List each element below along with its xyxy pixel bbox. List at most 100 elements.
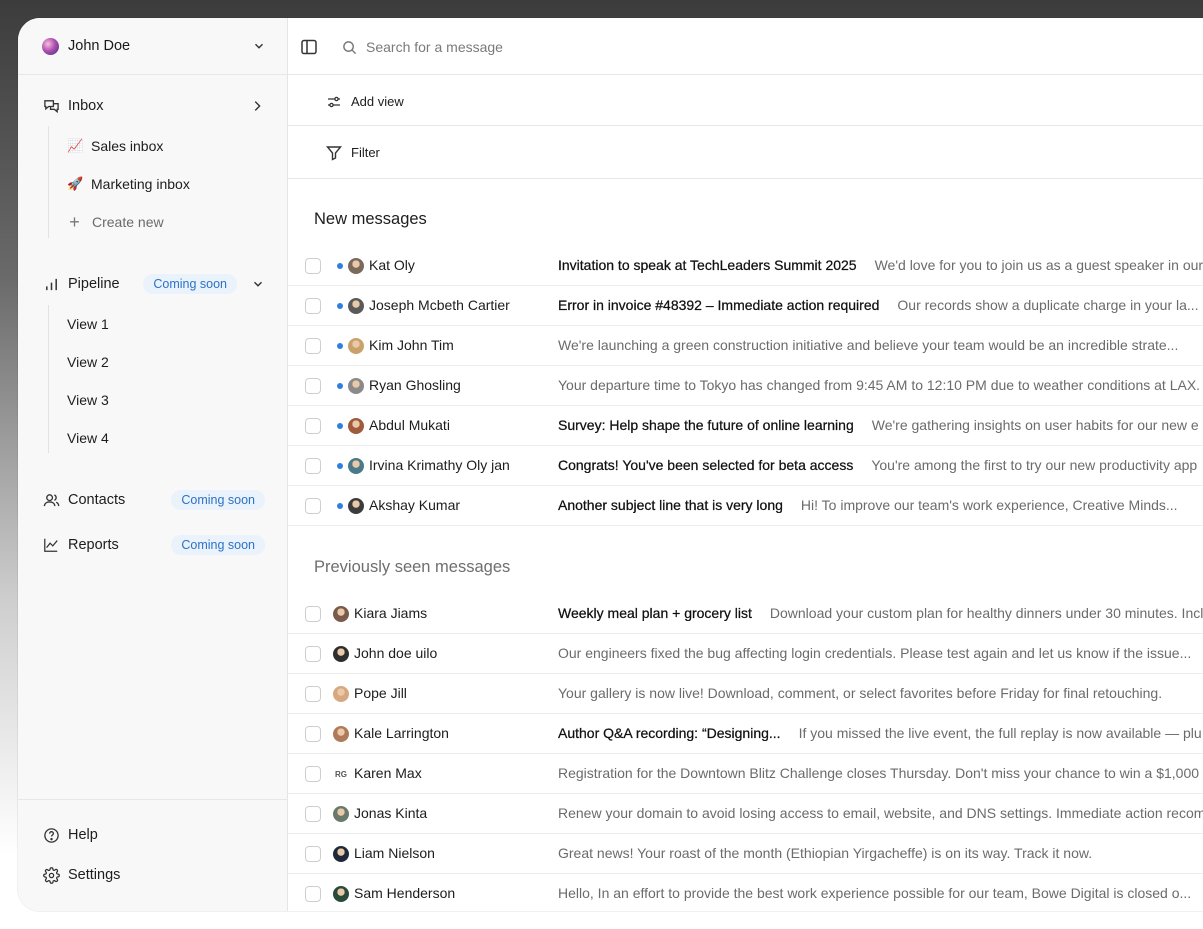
- section-title-seen: Previously seen messages: [314, 558, 511, 576]
- row-checkbox[interactable]: [305, 298, 321, 314]
- account-switcher[interactable]: John Doe: [18, 18, 288, 75]
- message-row[interactable]: John doe uilo Our engineers fixed the bug…: [288, 634, 1203, 674]
- sidebar-item-label: Inbox: [68, 98, 104, 114]
- sidebar-item-reports[interactable]: Reports: [42, 534, 119, 556]
- status-badge: Coming soon: [143, 274, 237, 294]
- message-preview: We'd love for you to join us as a guest …: [874, 257, 1203, 273]
- message-row[interactable]: Joseph Mcbeth Cartier Error in invoice #4…: [288, 286, 1203, 326]
- sidebar-item-help[interactable]: Help: [42, 824, 98, 846]
- message-summary: Invitation to speak at TechLeaders Summi…: [558, 257, 1203, 273]
- sidebar-footer: [18, 799, 288, 800]
- sender-name: John doe uilo: [354, 645, 438, 661]
- row-checkbox[interactable]: [305, 806, 321, 822]
- message-summary: Author Q&A recording: “Designing... If yo…: [558, 725, 1203, 741]
- sidebar-item-view-2[interactable]: View 2: [67, 351, 109, 373]
- row-checkbox[interactable]: [305, 338, 321, 354]
- status-badge: Coming soon: [171, 535, 265, 555]
- message-row[interactable]: Kiara Jiams Weekly meal plan + grocery li…: [288, 594, 1203, 634]
- add-view-label: Add view: [351, 94, 404, 109]
- sender-name: Sam Henderson: [354, 885, 456, 901]
- message-row[interactable]: Abdul Mukati Survey: Help shape the futur…: [288, 406, 1203, 446]
- sidebar-item-inbox[interactable]: Inbox: [42, 95, 266, 117]
- message-summary: Your gallery is now live! Download, comm…: [558, 685, 1203, 701]
- message-row[interactable]: Kale Larrington Author Q&A recording: “De…: [288, 714, 1203, 754]
- new-messages-list: Kat Oly Invitation to speak at TechLeader…: [288, 246, 1203, 526]
- row-checkbox[interactable]: [305, 418, 321, 434]
- message-row[interactable]: Irvina Krimathy Oly jan Congrats! You've …: [288, 446, 1203, 486]
- row-checkbox[interactable]: [305, 606, 321, 622]
- chevron-down-icon[interactable]: [251, 277, 265, 291]
- message-row[interactable]: Akshay Kumar Another subject line that is…: [288, 486, 1203, 526]
- message-summary: We're launching a green construction ini…: [558, 337, 1203, 353]
- message-summary: Hello, In an effort to provide the best …: [558, 885, 1203, 901]
- sidebar-item-marketing-inbox[interactable]: 🚀 Marketing inbox: [67, 173, 190, 195]
- row-checkbox[interactable]: [305, 258, 321, 274]
- message-row[interactable]: Kim John Tim We're launching a green cons…: [288, 326, 1203, 366]
- create-new-inbox-button[interactable]: + Create new: [67, 211, 164, 233]
- filter-icon: [326, 144, 343, 161]
- avatar: [348, 298, 364, 314]
- row-checkbox[interactable]: [305, 886, 321, 902]
- sidebar-item-label: Reports: [68, 537, 119, 553]
- rocket-icon: 🚀: [67, 176, 84, 191]
- sender-name: Kat Oly: [369, 257, 415, 273]
- sender-name: Kiara Jiams: [354, 605, 428, 621]
- message-summary: Our engineers fixed the bug affecting lo…: [558, 645, 1203, 661]
- sidebar-item-contacts[interactable]: Contacts: [42, 489, 125, 511]
- sidebar-item-view-1[interactable]: View 1: [67, 313, 109, 335]
- message-row[interactable]: Sam Henderson Hello, In an effort to prov…: [288, 874, 1203, 911]
- row-checkbox[interactable]: [305, 458, 321, 474]
- message-preview: We're gathering insights on user habits …: [871, 417, 1199, 433]
- top-bar: [288, 18, 1203, 75]
- sidebar-item-settings[interactable]: Settings: [42, 864, 120, 886]
- message-summary: Renew your domain to avoid losing access…: [558, 805, 1203, 821]
- row-checkbox[interactable]: [305, 726, 321, 742]
- message-preview: Our records show a duplicate charge in y…: [897, 297, 1199, 313]
- row-checkbox[interactable]: [305, 646, 321, 662]
- avatar: [348, 378, 364, 394]
- message-preview: Download your custom plan for healthy di…: [769, 605, 1203, 621]
- sidebar-item-view-4[interactable]: View 4: [67, 427, 109, 449]
- message-row[interactable]: Liam Nielson Great news! Your roast of th…: [288, 834, 1203, 874]
- message-preview: Hi! To improve our team's work experienc…: [800, 497, 1178, 513]
- avatar: [348, 338, 364, 354]
- message-row[interactable]: Ryan Ghosling Your departure time to Toky…: [288, 366, 1203, 406]
- unread-dot: [337, 383, 343, 389]
- sender-name: Joseph Mcbeth Cartier: [369, 297, 510, 313]
- row-checkbox[interactable]: [305, 766, 321, 782]
- chart-up-icon: 📈: [67, 138, 84, 153]
- search-input[interactable]: [366, 36, 766, 58]
- row-checkbox[interactable]: [305, 498, 321, 514]
- sidebar-item-view-3[interactable]: View 3: [67, 389, 109, 411]
- filter-label: Filter: [351, 145, 380, 160]
- message-preview: If you missed the live event, the full r…: [798, 725, 1202, 741]
- message-row[interactable]: RG Karen Max Registration for the Downtown…: [288, 754, 1203, 794]
- sidebar-toggle-icon[interactable]: [300, 38, 318, 56]
- pipeline-extras: Coming soon: [143, 273, 265, 295]
- row-checkbox[interactable]: [305, 378, 321, 394]
- message-subject: Error in invoice #48392 – Immediate acti…: [558, 297, 880, 313]
- sidebar-item-sales-inbox[interactable]: 📈 Sales inbox: [67, 135, 163, 157]
- message-summary: Survey: Help shape the future of online …: [558, 417, 1203, 433]
- sidebar: John Doe Inbox 📈 Sales inbox 🚀 Marketing…: [18, 18, 288, 911]
- unread-dot: [337, 263, 343, 269]
- message-row[interactable]: Kat Oly Invitation to speak at TechLeader…: [288, 246, 1203, 286]
- chevron-down-icon: [255, 43, 263, 49]
- unread-dot: [337, 463, 343, 469]
- unread-dot: [337, 303, 343, 309]
- help-circle-icon: [42, 826, 60, 844]
- row-checkbox[interactable]: [305, 686, 321, 702]
- sidebar-item-label: Sales inbox: [91, 138, 164, 154]
- create-new-label: Create new: [92, 214, 164, 230]
- message-row[interactable]: Pope Jill Your gallery is now live! Downl…: [288, 674, 1203, 714]
- avatar: [333, 646, 349, 662]
- message-row[interactable]: Jonas Kinta Renew your domain to avoid lo…: [288, 794, 1203, 834]
- sender-name: Liam Nielson: [354, 845, 435, 861]
- message-subject: Weekly meal plan + grocery list: [558, 605, 752, 621]
- add-view-button[interactable]: Add view: [326, 93, 404, 110]
- row-checkbox[interactable]: [305, 846, 321, 862]
- chevron-right-icon[interactable]: [250, 99, 264, 113]
- sidebar-item-pipeline[interactable]: Pipeline: [42, 273, 120, 295]
- filter-button[interactable]: Filter: [326, 144, 380, 161]
- avatar: [348, 458, 364, 474]
